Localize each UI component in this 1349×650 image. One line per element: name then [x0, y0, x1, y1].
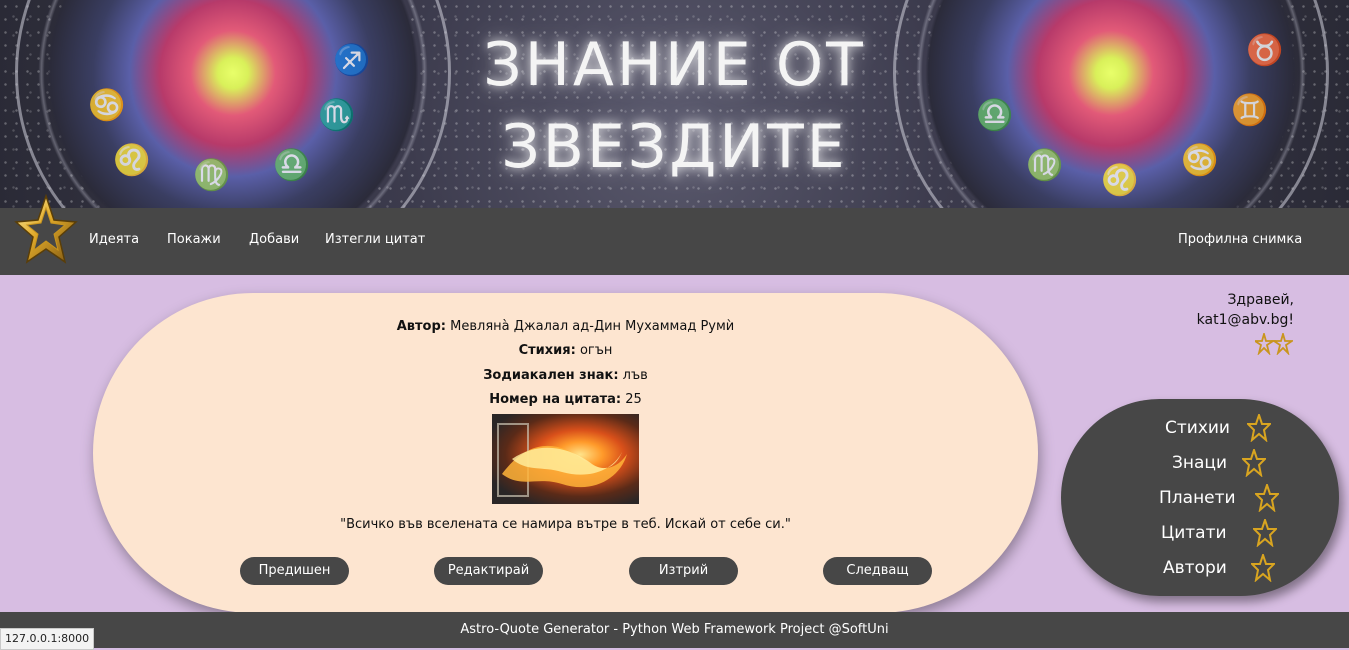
quote-card: Автор: Мевляна̀ Джалал ад-Дин Мухаммад Р… [93, 293, 1038, 613]
side-menu-label: Стихии [1165, 418, 1230, 438]
quote-fire-image [492, 414, 639, 504]
quote-text: "Всичко във вселената се намира вътре в … [340, 517, 791, 532]
next-button[interactable]: Следващ [823, 557, 932, 585]
nav-link-show[interactable]: Покажи [167, 232, 221, 247]
sign-label: Зодиакален знак [483, 368, 614, 383]
user-greeting: Здравей, kat1@abv.bg! [1197, 290, 1294, 330]
side-menu-item-authors[interactable]: Автори [1163, 554, 1275, 582]
author-value: Мевляна̀ Джалал ад-Дин Мухаммад Румѝ [450, 319, 735, 334]
quote-number-row: Номер на цитата: 25 [489, 392, 642, 407]
star-icon [1242, 449, 1266, 477]
side-menu-item-quotes[interactable]: Цитати [1161, 519, 1277, 547]
top-navbar: Идеята Покажи Добави Изтегли цитат Профи… [0, 194, 1349, 275]
element-value: огън [579, 343, 613, 358]
sign-value: лъв [622, 368, 648, 383]
previous-button[interactable]: Предишен [240, 557, 349, 585]
greeting-user-email: kat1@abv.bg! [1196, 312, 1294, 328]
side-menu-item-elements[interactable]: Стихии [1165, 414, 1271, 442]
author-label: Автор [396, 319, 441, 334]
nav-link-download-quote[interactable]: Изтегли цитат [325, 232, 425, 247]
status-bar-url: 127.0.0.1:8000 [0, 628, 95, 650]
delete-button[interactable]: Изтрий [629, 557, 738, 585]
nav-link-idea[interactable]: Идеята [89, 232, 139, 247]
page-footer: Astro-Quote Generator - Python Web Frame… [0, 612, 1349, 648]
side-menu-label: Планети [1159, 488, 1236, 508]
side-menu-label: Знаци [1172, 453, 1228, 473]
number-value: 25 [625, 392, 642, 407]
side-menu-label: Цитати [1161, 523, 1227, 543]
side-menu-label: Автори [1163, 558, 1227, 578]
edit-button[interactable]: Редактирай [434, 557, 543, 585]
side-menu-item-planets[interactable]: Планети [1159, 484, 1279, 512]
star-icon [1247, 414, 1271, 442]
nav-link-add[interactable]: Добави [249, 232, 299, 247]
element-label: Стихия [518, 343, 571, 358]
greeting-line-1: Здравей, [1227, 292, 1294, 308]
quote-element-row: Стихия: огън [518, 343, 613, 358]
nav-link-profile-picture[interactable]: Профилна снимка [1178, 232, 1302, 247]
star-icon [1253, 519, 1277, 547]
star-icon [1255, 484, 1279, 512]
side-menu: Стихии Знаци Планети Цитати Автори [1061, 399, 1339, 596]
logo-star-icon[interactable] [14, 194, 78, 266]
header-banner: ♋ ♌ ♍ ♎ ♏ ♐ ♎ ♍ ♌ ♋ ♊ ♉ ЗНАНИЕ ОТ ЗВЕЗДИ… [0, 0, 1349, 208]
star-icon [1251, 554, 1275, 582]
site-title-line-1: ЗНАНИЕ ОТ [483, 30, 866, 100]
double-star-icon [1255, 333, 1293, 355]
quote-author-row: Автор: Мевляна̀ Джалал ад-Дин Мухаммад Р… [396, 319, 735, 334]
site-title-line-2: ЗВЕЗДИТЕ [501, 112, 848, 182]
number-label: Номер на цитата [489, 392, 616, 407]
quote-sign-row: Зодиакален знак: лъв [483, 368, 648, 383]
side-menu-item-signs[interactable]: Знаци [1172, 449, 1266, 477]
